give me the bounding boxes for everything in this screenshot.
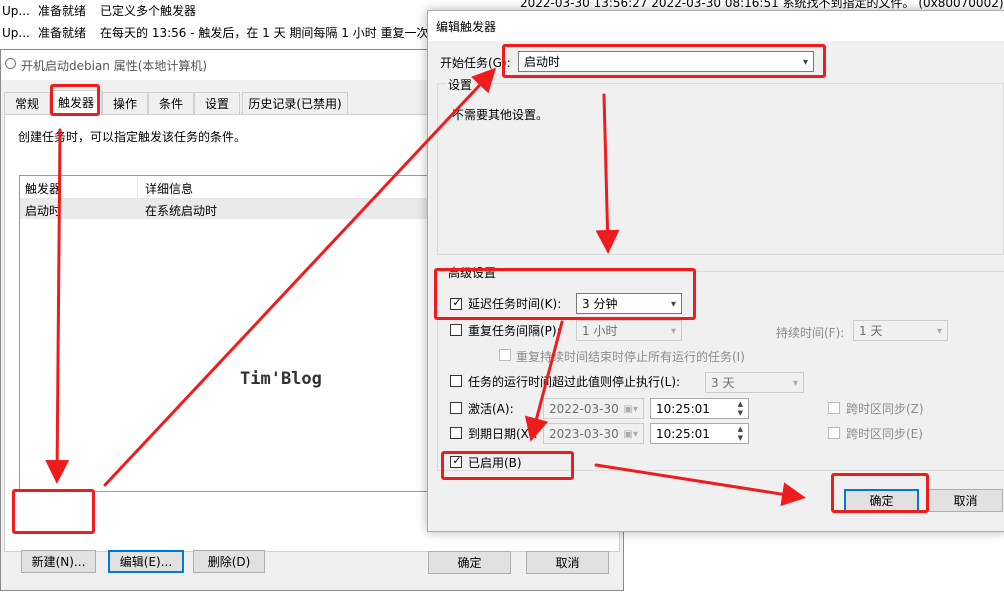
arrow-delay-to-enabled [524, 320, 564, 442]
arrow-tab-to-new [45, 128, 70, 484]
arrow-enabled-to-ok [594, 463, 806, 507]
arrow-begin-task-to-delay [595, 93, 620, 254]
annotation-arrows [45, 67, 806, 507]
arrow-edit-to-begin-task [103, 67, 497, 487]
